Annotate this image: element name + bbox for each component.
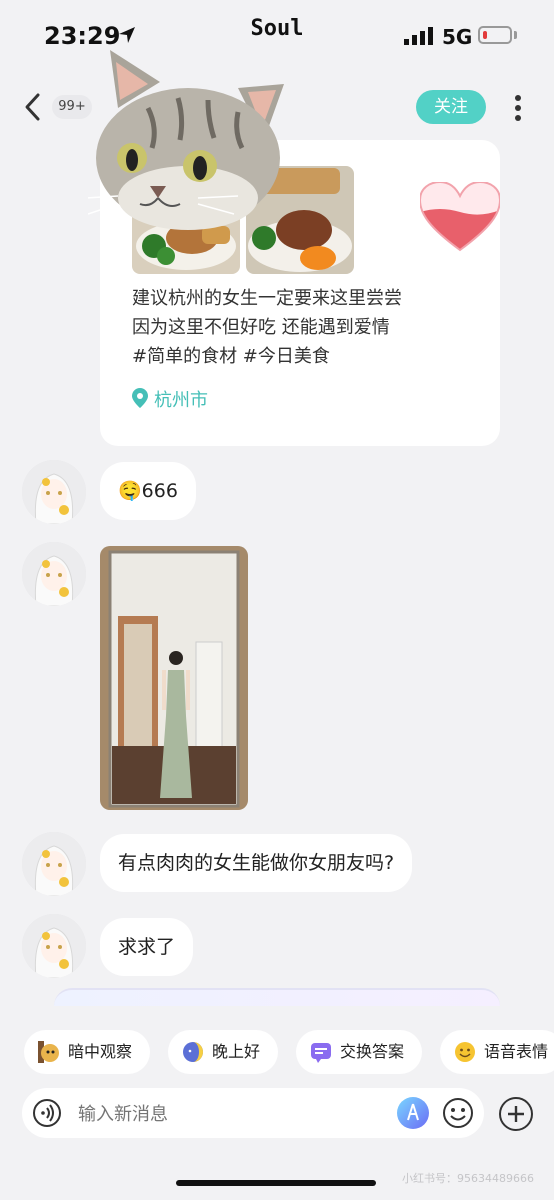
peek-dog-icon	[38, 1041, 59, 1063]
message-photo[interactable]	[100, 546, 248, 810]
quick-reply-chip[interactable]: 晚上好	[168, 1030, 278, 1074]
avatar[interactable]	[22, 460, 86, 524]
chip-label: 语音表情	[484, 1042, 549, 1061]
quick-reply-chip[interactable]: 暗中观察	[24, 1030, 150, 1074]
message-bubble[interactable]: 求求了	[100, 918, 194, 976]
battery-level	[483, 31, 487, 39]
avatar[interactable]	[22, 832, 86, 896]
post-text-line: 因为这里不但好吃 还能遇到爱情	[132, 317, 390, 338]
post-text-line: 建议杭州的女生一定要来这里尝尝	[132, 288, 402, 309]
watermark-text: 小红书号：95634489666	[402, 1172, 534, 1185]
unread-count-badge[interactable]: 99+	[52, 95, 92, 119]
back-button[interactable]	[22, 92, 44, 122]
more-options-icon[interactable]	[508, 93, 528, 123]
add-attachment-icon[interactable]	[498, 1096, 534, 1132]
message-bubble[interactable]: 🤤666	[100, 462, 196, 520]
message-text: 有点肉肉的女生能做你女朋友吗?	[118, 852, 395, 874]
message-input-bar	[22, 1088, 484, 1140]
emoji-icon[interactable]	[442, 1097, 474, 1129]
post-hashtags[interactable]: #简单的食材 #今日美食	[132, 342, 472, 371]
network-type: 5G	[442, 25, 473, 49]
message-input[interactable]	[76, 1088, 312, 1140]
signal-icon	[404, 27, 433, 45]
home-indicator[interactable]	[176, 1180, 376, 1186]
chip-label: 交换答案	[340, 1042, 405, 1061]
battery-tip	[514, 31, 517, 39]
avatar[interactable]	[22, 542, 86, 606]
follow-button[interactable]: 关注	[416, 90, 486, 124]
quick-reply-chip[interactable]: 语音表情	[440, 1030, 554, 1074]
drooling-emoji: 🤤	[118, 480, 142, 502]
moon-face-icon	[183, 1042, 203, 1062]
location-pin-icon	[132, 388, 148, 408]
chip-label: 暗中观察	[68, 1042, 133, 1061]
post-text: 建议杭州的女生一定要来这里尝尝 因为这里不但好吃 还能遇到爱情 #简单的食材 #…	[132, 284, 472, 371]
battery-icon	[478, 26, 512, 44]
quick-reply-chip[interactable]: 交换答案	[296, 1030, 422, 1074]
smile-face-icon	[455, 1042, 475, 1062]
avatar[interactable]	[22, 914, 86, 978]
chip-label: 晚上好	[212, 1042, 261, 1061]
voice-input-icon[interactable]	[32, 1098, 62, 1128]
location-label: 杭州市	[154, 390, 208, 411]
message-text: 666	[141, 480, 178, 502]
message-text: 求求了	[118, 936, 176, 958]
message-bubble[interactable]: 有点肉肉的女生能做你女朋友吗?	[100, 834, 413, 892]
ai-assistant-icon[interactable]	[396, 1096, 430, 1130]
heart-sticker	[420, 182, 500, 252]
cat-sticker	[88, 50, 284, 230]
qa-icon	[311, 1043, 331, 1063]
